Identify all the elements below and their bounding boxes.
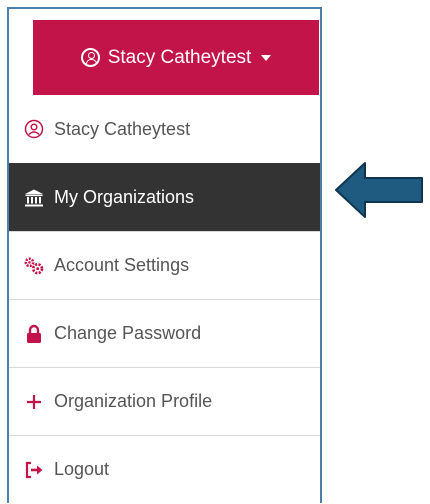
user-circle-icon [24,119,44,139]
menu-item-label: My Organizations [54,187,195,207]
user-name: Stacy Catheytest [107,46,252,68]
lock-icon [24,324,44,344]
menu-item-label: Account Settings [54,255,190,275]
menu-item-label: Stacy Catheytest [54,118,191,139]
left-arrow-icon [335,162,423,218]
user-circle-icon [80,48,100,67]
menu-item-my-organizations[interactable]: My Organizations [9,163,320,231]
menu-item-account-settings[interactable]: Account Settings [9,231,320,299]
gears-icon [24,256,44,276]
logout-icon [24,460,44,480]
menu-item-logout[interactable]: Logout [9,435,320,503]
menu-item-label: Logout [54,459,110,479]
menu-item-profile[interactable]: Stacy Catheytest [9,95,320,163]
user-dropdown-menu: Stacy Catheytest My Organizations Accoun… [9,95,320,503]
caret-down-icon [261,54,272,61]
menu-item-change-password[interactable]: Change Password [9,299,320,367]
bank-icon [24,188,44,208]
plus-icon [24,392,44,412]
menu-item-label: Change Password [54,323,202,343]
menu-item-organization-profile[interactable]: Organization Profile [9,367,320,435]
user-menu-toggle[interactable]: Stacy Catheytest [33,20,319,95]
menu-item-label: Organization Profile [54,391,213,411]
